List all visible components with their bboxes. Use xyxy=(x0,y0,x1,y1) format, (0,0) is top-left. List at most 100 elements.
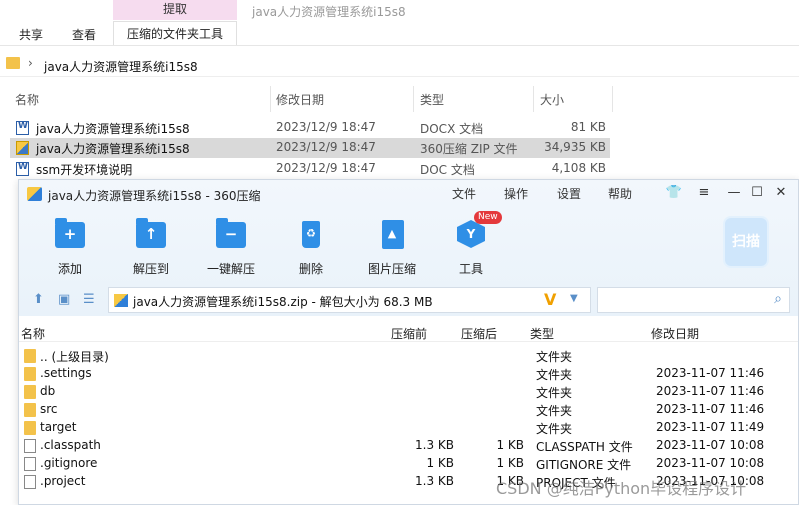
minimize-icon[interactable]: — xyxy=(725,184,743,202)
skin-icon[interactable]: 👕 xyxy=(665,184,683,202)
tools-label: 工具 xyxy=(458,262,483,276)
menu-help[interactable]: 帮助 xyxy=(608,185,632,202)
address-path[interactable]: java人力资源管理系统i15s8 xyxy=(44,58,198,75)
item-size: 1 KB xyxy=(426,456,454,470)
item-name: src xyxy=(40,402,58,416)
file-row[interactable]: java人力资源管理系统i15s8 2023/12/9 18:47 DOCX 文… xyxy=(10,118,610,138)
search-icon[interactable]: ⌕ xyxy=(774,291,782,307)
column-size[interactable]: 压缩前 xyxy=(391,325,427,342)
list-item[interactable]: .settings 文件夹 2023-11-07 11:46 xyxy=(19,364,798,382)
list-item[interactable]: db 文件夹 2023-11-07 11:46 xyxy=(19,382,798,400)
tools-button[interactable]: Y New 工具 xyxy=(438,211,504,277)
new-badge: New xyxy=(474,211,502,224)
folder-icon xyxy=(24,421,36,435)
column-compressed-size[interactable]: 压缩后 xyxy=(461,325,497,342)
address-bar[interactable]: › java人力资源管理系统i15s8 xyxy=(0,53,799,77)
delete-label: 删除 xyxy=(298,262,323,276)
column-name[interactable]: 名称 xyxy=(21,325,45,342)
column-type[interactable]: 类型 xyxy=(420,91,444,108)
list-item[interactable]: src 文件夹 2023-11-07 11:46 xyxy=(19,400,798,418)
item-type: CLASSPATH 文件 xyxy=(536,440,633,454)
list-item[interactable]: .gitignore 1 KB 1 KB GITIGNORE 文件 2023-1… xyxy=(19,454,798,472)
trash-icon: ♻ xyxy=(294,220,328,250)
folder-icon xyxy=(24,349,36,363)
column-name[interactable]: 名称 xyxy=(15,91,39,108)
item-name: .settings xyxy=(40,366,92,380)
item-type: 文件夹 xyxy=(536,386,573,400)
tab-compressed-folder-tools[interactable]: 压缩的文件夹工具 xyxy=(113,21,237,45)
chevron-right-icon[interactable]: › xyxy=(28,56,33,70)
tab-view[interactable]: 查看 xyxy=(72,26,96,43)
item-name: .project xyxy=(40,474,86,488)
file-size: 34,935 KB xyxy=(544,140,606,154)
column-divider[interactable] xyxy=(533,86,534,112)
item-size: 1.3 KB xyxy=(415,438,454,452)
ribbon-divider xyxy=(0,45,799,46)
column-date[interactable]: 修改日期 xyxy=(651,325,699,342)
folder-icon xyxy=(6,57,20,69)
menu-settings[interactable]: 设置 xyxy=(557,185,581,202)
zip-path-bar[interactable]: java人力资源管理系统i15s8.zip - 解包大小为 68.3 MB V … xyxy=(108,287,591,313)
one-click-extract-icon: − xyxy=(214,218,248,250)
list-item[interactable]: target 文件夹 2023-11-07 11:49 xyxy=(19,418,798,436)
list-item[interactable]: .classpath 1.3 KB 1 KB CLASSPATH 文件 2023… xyxy=(19,436,798,454)
search-input[interactable]: ⌕ xyxy=(597,287,790,313)
item-date: 2023-11-07 11:46 xyxy=(656,384,765,398)
tools-icon: Y New xyxy=(454,211,502,250)
item-type: 文件夹 xyxy=(536,368,573,382)
tab-share[interactable]: 共享 xyxy=(19,26,43,43)
image-compress-button[interactable]: ▲ 图片压缩 xyxy=(359,220,425,277)
file-name: ssm开发环境说明 xyxy=(36,163,133,177)
thumbnail-view-icon[interactable]: ▣ xyxy=(58,292,70,307)
maximize-icon[interactable]: ☐ xyxy=(748,184,766,202)
file-date: 2023/12/9 18:47 xyxy=(276,120,376,134)
list-view-icon[interactable]: ☰ xyxy=(83,292,95,307)
item-date: 2023-11-07 10:08 xyxy=(656,438,765,452)
delete-button[interactable]: ♻ 删除 xyxy=(278,220,344,277)
explorer-column-header: 名称 修改日期 类型 大小 xyxy=(0,86,799,112)
image-compress-label: 图片压缩 xyxy=(367,262,416,276)
context-tab-extract[interactable]: 提取 xyxy=(113,0,237,20)
column-size[interactable]: 大小 xyxy=(540,91,564,108)
zip-column-header: 名称 压缩前 压缩后 类型 修改日期 xyxy=(19,322,798,342)
file-size: 81 KB xyxy=(570,120,606,134)
item-date: 2023-11-07 10:08 xyxy=(656,456,765,470)
column-divider[interactable] xyxy=(612,86,613,112)
menu-icon[interactable]: ≡ xyxy=(695,184,713,202)
column-divider[interactable] xyxy=(413,86,414,112)
menu-operate[interactable]: 操作 xyxy=(504,185,528,202)
item-compressed-size: 1 KB xyxy=(496,438,524,452)
file-name: java人力资源管理系统i15s8 xyxy=(36,142,190,156)
zip-window: java人力资源管理系统i15s8 - 360压缩 文件 操作 设置 帮助 👕 … xyxy=(18,179,799,505)
zip-nav-bar: ⬆ ▣ ☰ java人力资源管理系统i15s8.zip - 解包大小为 68.3… xyxy=(19,284,798,316)
file-icon xyxy=(24,475,36,489)
extract-to-button[interactable]: ↑ 解压到 xyxy=(118,218,184,277)
column-divider[interactable] xyxy=(270,86,271,112)
word-doc-icon xyxy=(16,121,29,135)
chevron-down-icon[interactable]: ▼ xyxy=(570,293,578,304)
up-arrow-icon[interactable]: ⬆ xyxy=(33,292,44,307)
list-item[interactable]: .. (上级目录) 文件夹 xyxy=(19,346,798,364)
folder-icon xyxy=(24,385,36,399)
scan-button[interactable]: 扫描 xyxy=(723,216,769,268)
file-row-selected[interactable]: java人力资源管理系统i15s8 2023/12/9 18:47 360压缩 … xyxy=(10,138,610,158)
folder-icon xyxy=(24,367,36,381)
explorer-ribbon: 提取 java人力资源管理系统i15s8 共享 查看 压缩的文件夹工具 xyxy=(0,0,799,45)
one-click-extract-button[interactable]: − 一键解压 xyxy=(198,218,264,277)
menu-file[interactable]: 文件 xyxy=(452,185,476,202)
file-type: 360压缩 ZIP 文件 xyxy=(420,142,518,156)
v-logo-icon[interactable]: V xyxy=(544,290,556,309)
zip-icon xyxy=(114,294,128,307)
item-type: 文件夹 xyxy=(536,350,573,364)
item-date: 2023-11-07 11:46 xyxy=(656,366,765,380)
file-type: DOC 文档 xyxy=(420,163,475,177)
column-type[interactable]: 类型 xyxy=(530,325,554,342)
explorer-window-title: java人力资源管理系统i15s8 xyxy=(252,5,406,19)
add-button[interactable]: + 添加 xyxy=(37,218,103,277)
column-date[interactable]: 修改日期 xyxy=(276,91,324,108)
file-row[interactable]: ssm开发环境说明 2023/12/9 18:47 DOC 文档 4,108 K… xyxy=(10,159,610,179)
extract-to-label: 解压到 xyxy=(132,262,169,276)
file-size: 4,108 KB xyxy=(551,161,606,175)
close-icon[interactable]: ✕ xyxy=(772,184,790,202)
item-type: 文件夹 xyxy=(536,404,573,418)
